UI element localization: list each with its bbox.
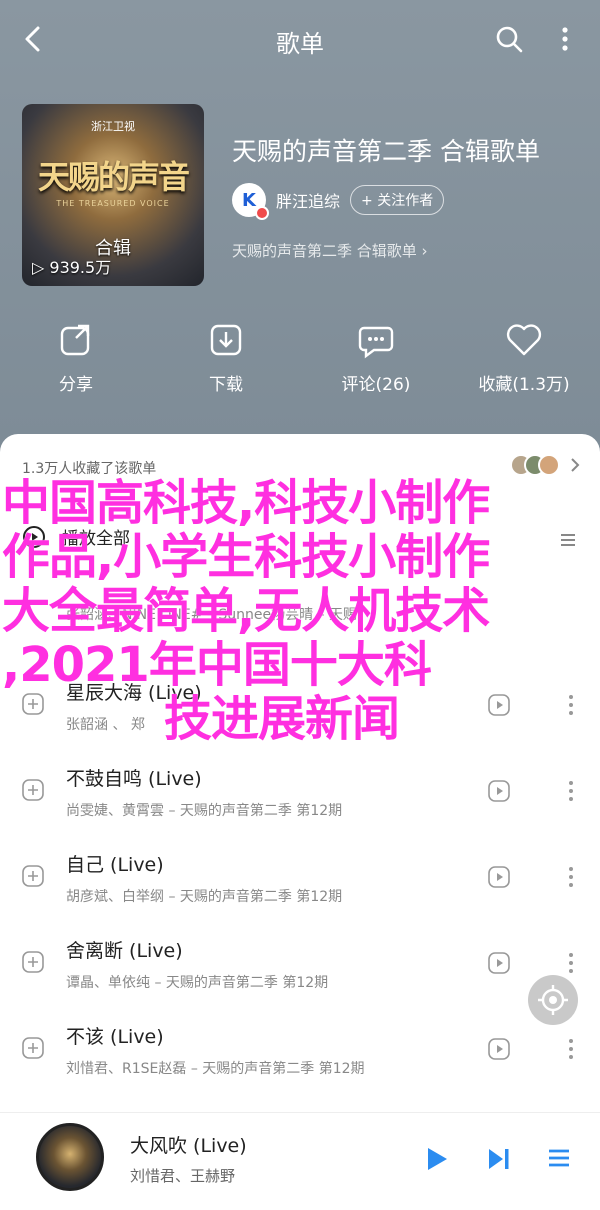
plus-circle-icon[interactable] (22, 951, 44, 973)
follow-button[interactable]: + 关注作者 (350, 185, 445, 215)
share-button[interactable]: 分享 (6, 320, 146, 395)
play-icon[interactable] (424, 1145, 450, 1173)
next-track-icon[interactable] (486, 1145, 512, 1173)
cover-brand: 浙江卫视 (91, 120, 135, 133)
song-title: 自己 (Live) (66, 854, 164, 876)
download-label: 下载 (209, 375, 243, 395)
action-row: 分享 下载 评论(26) 收藏(1.3万) (0, 320, 600, 400)
locate-floating-button[interactable] (528, 975, 578, 1025)
comment-label: 评论(26) (341, 375, 411, 395)
list-item[interactable]: 自己 (Live) 胡彦斌、白举纲 – 天赐的声音第二季 第12期 (0, 834, 600, 920)
play-video-icon[interactable] (488, 780, 510, 802)
plus-circle-icon[interactable] (22, 779, 44, 801)
album-title: 天赐的声音第二季 合辑歌单 (232, 137, 540, 166)
locate-icon (538, 985, 568, 1015)
song-subtitle: 尚雯婕、黄霄雲 – 天赐的声音第二季 第12期 (66, 803, 343, 819)
overlay-line: 中国高科技,科技小制作 (2, 475, 490, 531)
plus-circle-icon[interactable] (22, 865, 44, 887)
overlay-line: ,2021年中国十大科 (2, 637, 432, 693)
play-video-icon[interactable] (488, 694, 510, 716)
song-title: 舍离断 (Live) (66, 940, 183, 962)
album-cover[interactable]: 浙江卫视 天赐的声音 THE TREASURED VOICE 合辑 ▷ 939.… (22, 104, 204, 286)
chevron-right-icon[interactable] (568, 456, 582, 474)
plus-circle-icon[interactable] (22, 1037, 44, 1059)
favorite-button[interactable]: 收藏(1.3万) (454, 320, 594, 395)
creator-row: K 胖汪追综 + 关注作者 (232, 183, 445, 220)
favorite-label: 收藏(1.3万) (478, 375, 570, 395)
list-item[interactable]: 不鼓自鸣 (Live) 尚雯婕、黄霄雲 – 天赐的声音第二季 第12期 (0, 748, 600, 834)
list-item[interactable]: 舍离断 (Live) 谭晶、单依纯 – 天赐的声音第二季 第12期 (0, 920, 600, 1006)
album-description[interactable]: 天赐的声音第二季 合辑歌单 › (232, 240, 428, 261)
list-item[interactable]: 不该 (Live) 刘惜君、R1SE赵磊 – 天赐的声音第二季 第12期 (0, 1006, 600, 1092)
download-icon (206, 320, 246, 360)
search-icon[interactable] (494, 24, 524, 54)
now-playing-title: 大风吹 (Live) (130, 1135, 247, 1157)
more-vertical-icon[interactable] (566, 778, 576, 804)
play-video-icon[interactable] (488, 952, 510, 974)
comment-button[interactable]: 评论(26) (306, 320, 446, 395)
more-vertical-icon[interactable] (566, 1036, 576, 1062)
play-video-icon[interactable] (488, 866, 510, 888)
comment-icon (356, 320, 396, 360)
song-title: 不该 (Live) (66, 1026, 164, 1048)
plus-circle-icon[interactable] (22, 693, 44, 715)
song-subtitle: 张韶涵 、 郑 (66, 717, 145, 733)
collector-avatar (538, 454, 560, 476)
song-title: 不鼓自鸣 (Live) (66, 768, 202, 790)
playlist-icon[interactable] (546, 1145, 572, 1171)
cover-show-subtitle: THE TREASURED VOICE (56, 199, 170, 208)
now-playing-artist: 刘惜君、王赫野 (130, 1167, 236, 1185)
cover-show-title: 天赐的声音 (37, 158, 190, 196)
multi-select-icon[interactable] (558, 530, 578, 550)
overlay-line: 作品,小学生科技小制作 (2, 529, 490, 585)
heart-icon (504, 320, 544, 360)
play-count: ▷ 939.5万 (32, 258, 112, 277)
top-bar: 歌单 (0, 0, 600, 78)
more-vertical-icon[interactable] (550, 22, 580, 56)
song-subtitle: 胡彦斌、白举纲 – 天赐的声音第二季 第12期 (66, 889, 343, 905)
download-button[interactable]: 下载 (156, 320, 296, 395)
creator-name[interactable]: 胖汪追综 (276, 188, 340, 212)
collector-avatars[interactable] (510, 454, 560, 476)
overlay-line: 大全最简单,无人机技术 (2, 583, 490, 639)
more-vertical-icon[interactable] (566, 692, 576, 718)
song-subtitle: 谭晶、单依纯 – 天赐的声音第二季 第12期 (66, 975, 329, 991)
mini-player[interactable]: 大风吹 (Live) 刘惜君、王赫野 (0, 1112, 600, 1210)
share-icon (56, 320, 96, 360)
verified-badge (255, 206, 269, 220)
more-vertical-icon[interactable] (566, 864, 576, 890)
song-subtitle: 刘惜君、R1SE赵磊 – 天赐的声音第二季 第12期 (66, 1061, 365, 1077)
creator-avatar[interactable]: K (232, 183, 269, 220)
now-playing-cover[interactable] (36, 1123, 104, 1191)
more-vertical-icon[interactable] (566, 950, 576, 976)
play-video-icon[interactable] (488, 1038, 510, 1060)
play-count-value: 939.5万 (49, 258, 112, 277)
share-label: 分享 (59, 375, 93, 395)
overlay-line: 技进展新闻 (164, 691, 400, 747)
